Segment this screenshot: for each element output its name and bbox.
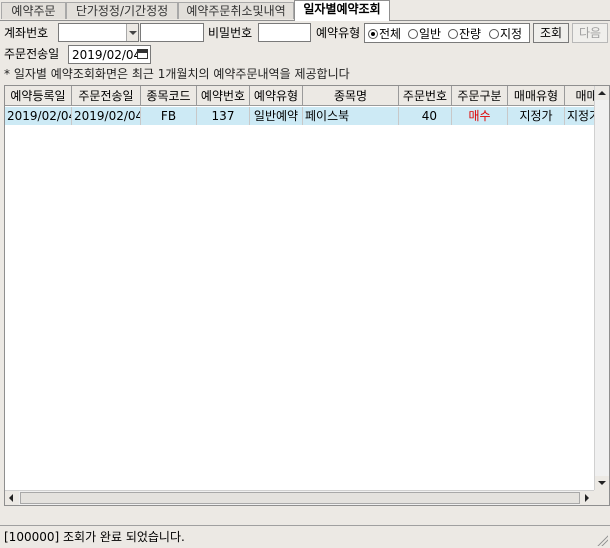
notice-text: * 일자별 예약조회화면은 최근 1개월치의 예약주문내역을 제공합니다 [4, 67, 350, 81]
horizontal-scroll-thumb[interactable] [20, 492, 580, 504]
radio-selected-icon [368, 29, 378, 39]
table-row[interactable]: 2019/02/04 2019/02/04 FB 137 일반예약 페이스북 4… [5, 107, 609, 125]
scrollbar-corner [594, 490, 609, 505]
send-date-picker[interactable]: 2019/02/04 [68, 45, 151, 64]
cell-reservation-type: 일반예약 [250, 107, 303, 125]
col-header-reservation-type[interactable]: 예약유형 [250, 86, 303, 106]
reservation-grid: 예약등록일 주문전송일 종목코드 예약번호 예약유형 종목명 주문번호 주문구분… [4, 85, 610, 506]
cell-registration-date: 2019/02/04 [7, 107, 72, 125]
reservation-type-label: 예약유형 [316, 26, 361, 40]
radio-general-label: 일반 [419, 27, 442, 41]
send-date-label: 주문전송일 [4, 47, 60, 61]
radio-unselected-icon [489, 29, 499, 39]
radio-all-label: 전체 [379, 27, 402, 41]
radio-remainder-label: 잔량 [459, 27, 482, 41]
radio-unselected-icon [448, 29, 458, 39]
cell-stock-code: FB [141, 107, 197, 125]
password-field[interactable] [258, 23, 311, 42]
radio-remainder[interactable]: 잔량 [448, 27, 481, 41]
col-header-stock-name[interactable]: 종목명 [303, 86, 399, 106]
cell-trade-type: 지정가 [508, 107, 565, 125]
horizontal-scrollbar[interactable] [5, 490, 594, 505]
tab-daily-reservation-inquiry[interactable]: 일자별예약조회 [294, 0, 390, 21]
scroll-down-icon[interactable] [595, 476, 609, 490]
col-header-send-date[interactable]: 주문전송일 [72, 86, 141, 106]
radio-general[interactable]: 일반 [408, 27, 441, 41]
cell-send-date: 2019/02/04 [74, 107, 141, 125]
radio-all[interactable]: 전체 [368, 27, 401, 41]
scroll-right-icon[interactable] [580, 491, 594, 505]
chevron-down-icon[interactable] [126, 24, 138, 41]
radio-designated[interactable]: 지정 [489, 27, 522, 41]
col-header-stock-code[interactable]: 종목코드 [141, 86, 197, 106]
calendar-icon[interactable] [137, 49, 148, 59]
scroll-up-icon[interactable] [595, 86, 609, 100]
next-button[interactable]: 다음 [572, 23, 608, 43]
scroll-left-icon[interactable] [5, 491, 19, 505]
status-message: [100000] 조회가 완료 되었습니다. [4, 530, 185, 544]
reservation-type-radio-group: 전체 일반 잔량 지정 [364, 23, 530, 43]
cell-order-type: 매수 [452, 107, 508, 125]
tab-reservation-cancel-history[interactable]: 예약주문취소및내역 [178, 2, 294, 19]
col-header-reservation-number[interactable]: 예약번호 [197, 86, 250, 106]
status-bar: [100000] 조회가 완료 되었습니다. [0, 525, 610, 548]
col-header-trade-type[interactable]: 매매유형 [508, 86, 565, 106]
account-number-combo[interactable] [58, 23, 139, 42]
radio-unselected-icon [408, 29, 418, 39]
cell-order-number: 40 [399, 107, 452, 125]
grid-header: 예약등록일 주문전송일 종목코드 예약번호 예약유형 종목명 주문번호 주문구분… [5, 86, 609, 106]
col-header-order-number[interactable]: 주문번호 [399, 86, 452, 106]
vertical-scrollbar[interactable] [594, 86, 609, 490]
account-label: 계좌번호 [4, 26, 49, 40]
password-label: 비밀번호 [208, 26, 253, 40]
col-header-registration-date[interactable]: 예약등록일 [5, 86, 72, 106]
cell-stock-name: 페이스북 [303, 107, 399, 125]
resize-grip-icon[interactable] [596, 534, 608, 546]
col-header-order-type[interactable]: 주문구분 [452, 86, 508, 106]
tab-bar: 예약주문 단가정정/기간정정 예약주문취소및내역 일자별예약조회 [0, 0, 610, 21]
send-date-value: 2019/02/04 [72, 48, 142, 62]
radio-designated-label: 지정 [500, 27, 523, 41]
tab-price-period-correction[interactable]: 단가정정/기간정정 [66, 2, 178, 19]
account-name-field[interactable] [140, 23, 204, 42]
cell-reservation-number: 137 [197, 107, 250, 125]
search-button[interactable]: 조회 [533, 23, 569, 43]
tab-reservation-order[interactable]: 예약주문 [1, 2, 66, 19]
